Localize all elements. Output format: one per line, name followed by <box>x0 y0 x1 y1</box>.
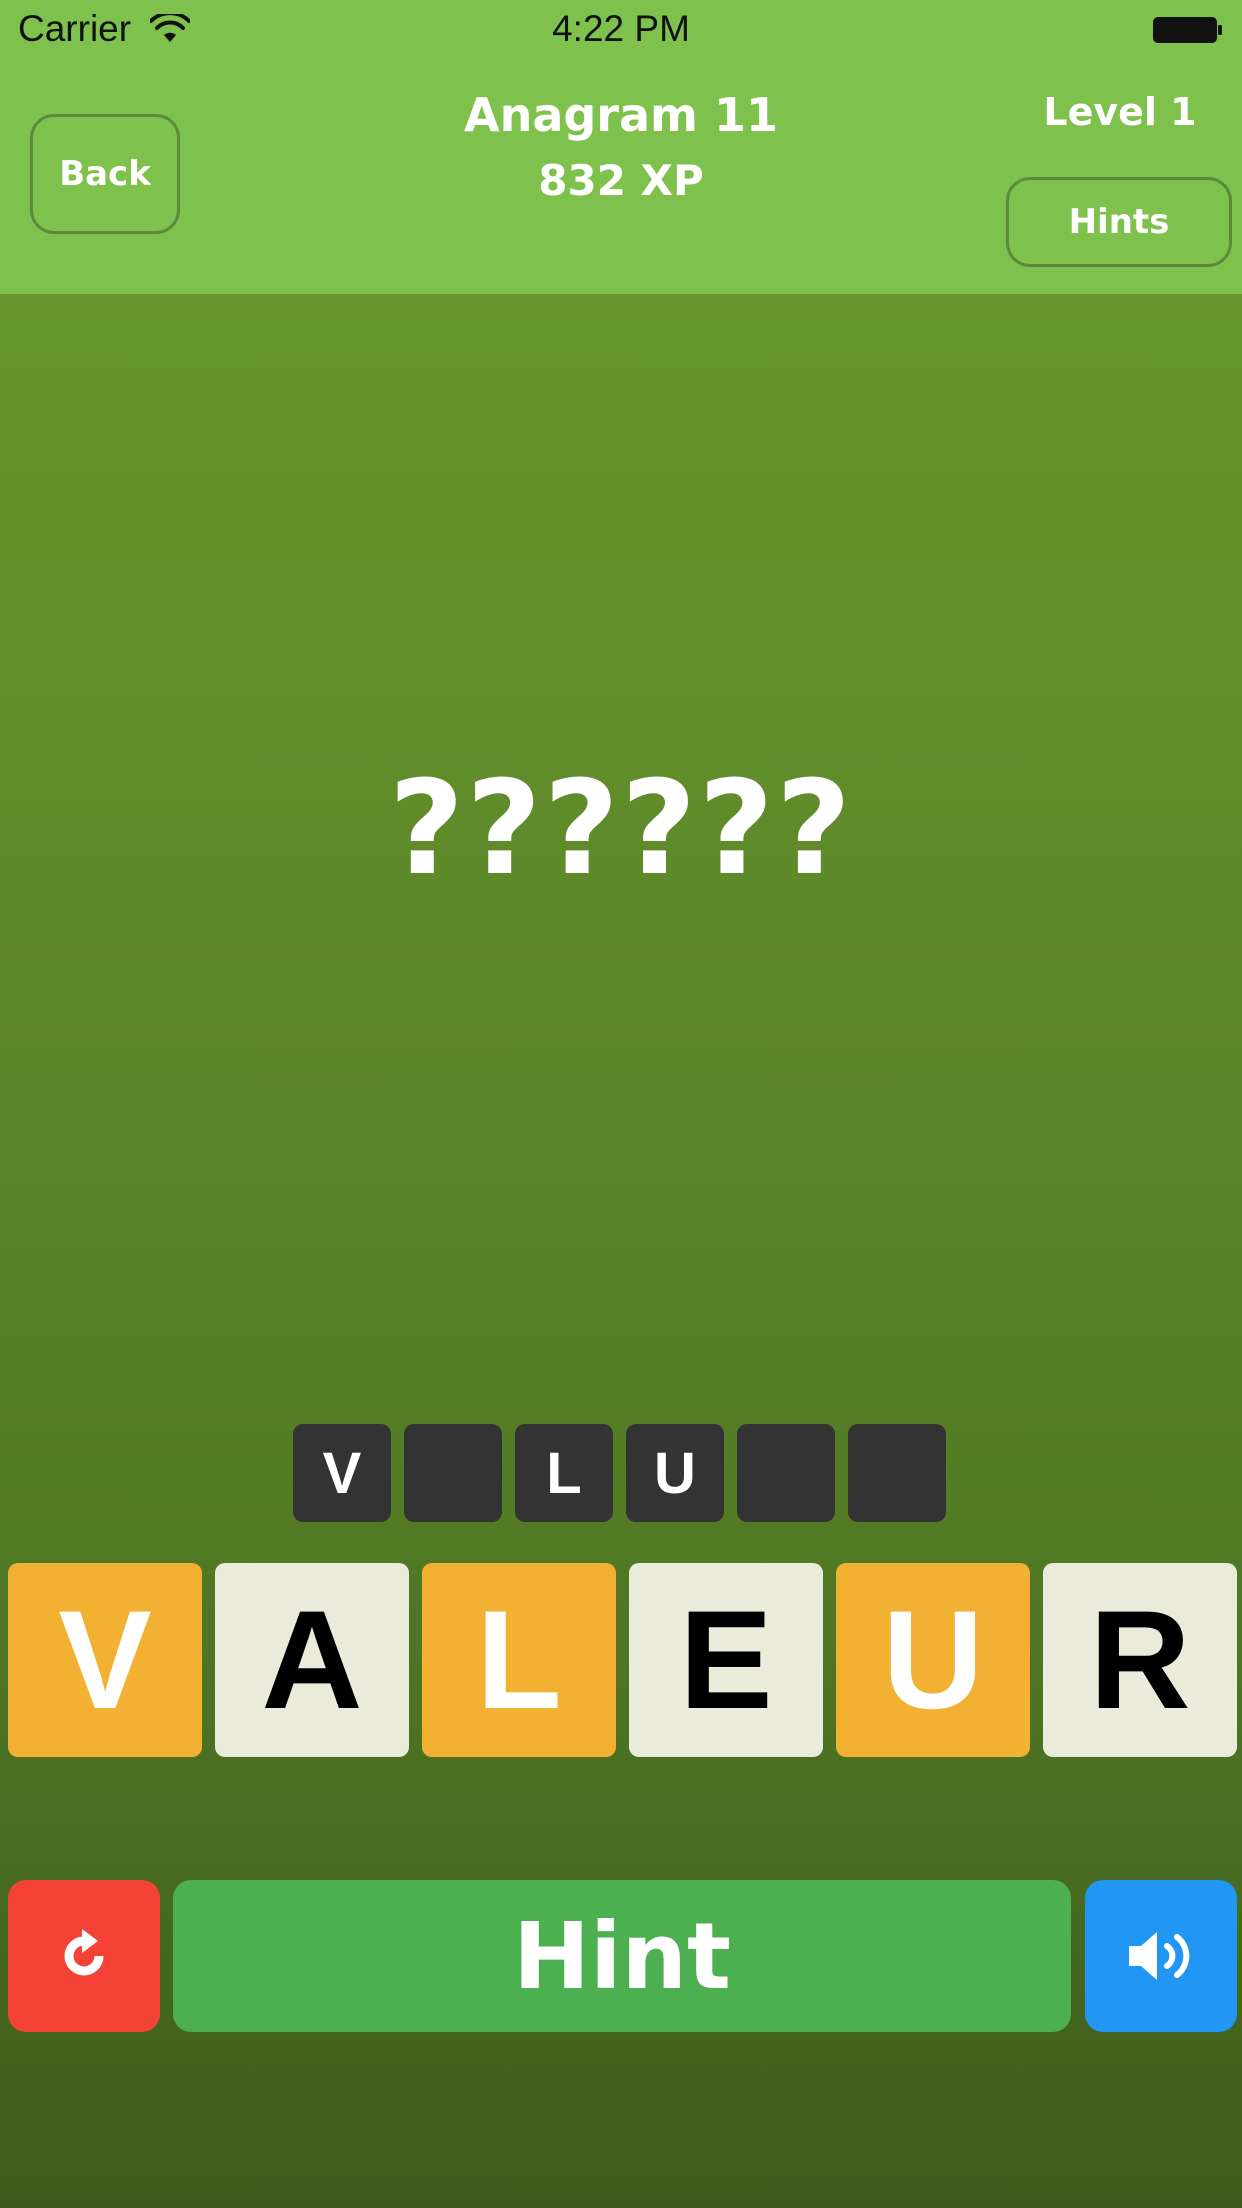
answer-slot[interactable]: V <box>293 1424 391 1522</box>
clock-time: 4:22 PM <box>552 8 690 49</box>
hidden-word: ?????? <box>388 752 854 904</box>
level-label: Level 1 <box>1043 90 1197 134</box>
answer-slot[interactable] <box>848 1424 946 1522</box>
answer-slot[interactable]: L <box>515 1424 613 1522</box>
letter-tile[interactable]: L <box>422 1563 616 1757</box>
speaker-icon <box>1129 1932 1190 1980</box>
hints-button[interactable]: Hints <box>1006 177 1232 267</box>
reset-button[interactable] <box>8 1880 160 2032</box>
refresh-icon <box>64 1929 104 1976</box>
answer-slot[interactable] <box>737 1424 835 1522</box>
answer-slot[interactable] <box>404 1424 502 1522</box>
letter-tile[interactable]: R <box>1043 1563 1237 1757</box>
letter-tile[interactable]: U <box>836 1563 1030 1757</box>
answer-slot[interactable]: U <box>626 1424 724 1522</box>
header: Carrier 4:22 PM Back Anagram 11 832 XP L… <box>0 0 1242 294</box>
hint-button[interactable]: Hint <box>173 1880 1071 2032</box>
answer-slots: V L U <box>293 1424 946 1522</box>
letter-tile[interactable]: A <box>215 1563 409 1757</box>
letter-tile[interactable]: V <box>8 1563 202 1757</box>
letter-tiles: V A L E U R <box>8 1563 1237 1757</box>
battery-icon <box>1153 17 1222 43</box>
status-bar: Carrier 4:22 PM <box>0 0 1242 60</box>
sound-button[interactable] <box>1085 1880 1237 2032</box>
letter-tile[interactable]: E <box>629 1563 823 1757</box>
